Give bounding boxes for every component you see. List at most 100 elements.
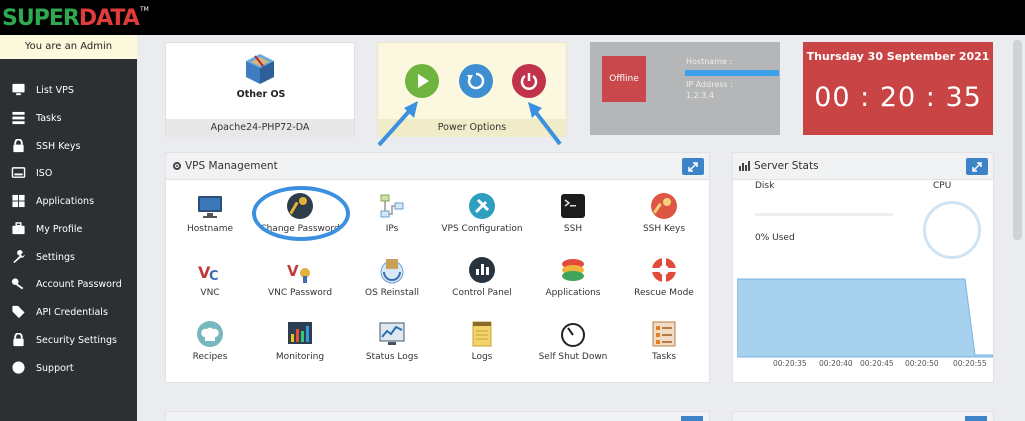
logo-part2: DATA bbox=[78, 6, 140, 31]
tile-os-reinstall[interactable]: OS Reinstall bbox=[347, 256, 437, 312]
tile-vnc[interactable]: V C VNC bbox=[165, 256, 255, 312]
start-button[interactable] bbox=[405, 64, 439, 98]
power-off-button[interactable] bbox=[512, 64, 546, 98]
wrench-icon bbox=[10, 250, 26, 264]
tile-label: Monitoring bbox=[275, 352, 325, 362]
sidebar-item-ssh-keys[interactable]: SSH Keys bbox=[0, 135, 137, 157]
tile-label: Tasks bbox=[651, 352, 677, 362]
line-chart-icon bbox=[379, 322, 405, 345]
tile-rescue-mode[interactable]: Rescue Mode bbox=[619, 256, 709, 312]
arrow-annotation bbox=[528, 102, 562, 146]
disk-label: Disk bbox=[755, 181, 775, 191]
tile-label: OS Reinstall bbox=[365, 288, 419, 298]
tile-control-panel[interactable]: Control Panel bbox=[437, 256, 527, 312]
logo-tm: TM bbox=[140, 6, 149, 13]
logo[interactable]: SUPERDATA TM bbox=[0, 0, 150, 35]
time-tick: 00:20:55 bbox=[953, 359, 987, 368]
expand-icon bbox=[688, 161, 698, 172]
sidebar-item-account-password[interactable]: Account Password bbox=[0, 273, 137, 295]
tile-label: Hostname bbox=[186, 224, 233, 234]
panel-header: VPS Management bbox=[166, 153, 709, 180]
tile-label: VPS Configuration bbox=[441, 224, 523, 234]
sidebar-item-security-settings[interactable]: Security Settings bbox=[0, 329, 137, 351]
tile-recipes[interactable]: Recipes bbox=[165, 320, 255, 376]
play-icon bbox=[418, 74, 429, 88]
expand-button[interactable] bbox=[682, 158, 704, 175]
offline-badge: Offline bbox=[602, 56, 646, 102]
sidebar-item-applications[interactable]: Applications bbox=[0, 190, 137, 212]
tile-hostname[interactable]: Hostname bbox=[165, 192, 255, 248]
tile-ssh[interactable]: SSH bbox=[528, 192, 618, 248]
tile-vps-configuration[interactable]: VPS Configuration bbox=[437, 192, 527, 248]
sidebar-item-label: Settings bbox=[36, 251, 75, 263]
sidebar-item-label: Security Settings bbox=[36, 334, 117, 346]
bottom-panel-right bbox=[732, 411, 994, 421]
lock-icon bbox=[10, 139, 26, 153]
applications-icon bbox=[562, 259, 584, 281]
hostname-label: Hostname : bbox=[686, 57, 733, 66]
os-package: Apache24-PHP72-DA bbox=[166, 119, 354, 137]
clock-time: 00 : 20 : 35 bbox=[814, 82, 982, 113]
tile-logs[interactable]: Logs bbox=[437, 320, 527, 376]
time-tick: 00:20:40 bbox=[819, 359, 853, 368]
logo-part1: SUPER bbox=[2, 6, 80, 31]
hostname-redaction bbox=[685, 70, 779, 76]
bottom-panel-left bbox=[165, 411, 710, 421]
sidebar-item-label: My Profile bbox=[36, 223, 83, 235]
sidebar-item-api-credentials[interactable]: API Credentials bbox=[0, 301, 137, 323]
sidebar-item-my-profile[interactable]: My Profile bbox=[0, 218, 137, 240]
logo-text: SUPERDATA bbox=[2, 6, 140, 31]
expand-button[interactable] bbox=[965, 416, 987, 421]
tile-ssh-keys[interactable]: SSH Keys bbox=[619, 192, 709, 248]
bar-chart-icon bbox=[739, 161, 750, 171]
tile-ips[interactable]: IPs bbox=[347, 192, 437, 248]
disk-icon bbox=[10, 166, 26, 180]
timer-icon bbox=[561, 323, 585, 347]
tile-label: VNC bbox=[200, 288, 220, 298]
os-box-icon bbox=[246, 54, 274, 84]
sidebar-item-list-vps[interactable]: List VPS bbox=[0, 79, 137, 101]
panel-header: Server Stats bbox=[733, 153, 993, 180]
sidebar-item-label: Account Password bbox=[36, 278, 122, 290]
tools-icon bbox=[469, 193, 495, 219]
os-name: Other OS bbox=[236, 89, 286, 100]
lifebuoy-icon bbox=[652, 258, 676, 282]
sidebar-item-settings[interactable]: Settings bbox=[0, 246, 137, 268]
clock-card: Thursday 30 September 2021 00 : 20 : 35 bbox=[803, 42, 993, 135]
ip-value: 1.2.3.4 bbox=[686, 91, 714, 100]
sidebar-item-tasks[interactable]: Tasks bbox=[0, 107, 137, 129]
time-tick: 00:20:45 bbox=[860, 359, 894, 368]
terminal-icon bbox=[561, 194, 585, 218]
server-stats-panel: Server Stats Disk 0% Used CPU 00:20:35 00… bbox=[732, 152, 994, 383]
tile-label: IPs bbox=[385, 224, 399, 234]
sidebar-item-label: SSH Keys bbox=[36, 140, 81, 152]
highlight-circle bbox=[252, 186, 350, 241]
expand-button[interactable] bbox=[681, 416, 703, 421]
tile-vnc-password[interactable]: V VNC Password bbox=[255, 256, 345, 312]
scrollbar[interactable] bbox=[1013, 40, 1022, 240]
control-panel-icon bbox=[469, 257, 495, 283]
tile-status-logs[interactable]: Status Logs bbox=[347, 320, 437, 376]
tile-label: Status Logs bbox=[365, 352, 419, 362]
sidebar-item-iso[interactable]: ISO bbox=[0, 162, 137, 184]
sidebar-item-label: Tasks bbox=[36, 112, 62, 124]
os-reinstall-icon bbox=[380, 259, 404, 284]
status-card: Offline Hostname : IP Address : 1.2.3.4 bbox=[590, 42, 780, 135]
svg-text:C: C bbox=[209, 269, 219, 284]
tile-label: VNC Password bbox=[267, 288, 333, 298]
expand-button[interactable] bbox=[966, 158, 988, 175]
notepad-icon bbox=[472, 321, 492, 347]
monitor-icon bbox=[198, 196, 222, 218]
tile-label: Rescue Mode bbox=[634, 288, 694, 298]
task-list-icon bbox=[652, 321, 676, 347]
ip-label: IP Address : bbox=[686, 80, 733, 89]
sidebar-item-support[interactable]: Support bbox=[0, 357, 137, 379]
tile-monitoring[interactable]: Monitoring bbox=[255, 320, 345, 376]
network-icon bbox=[380, 194, 404, 218]
panel-title: Server Stats bbox=[739, 160, 819, 172]
tile-tasks[interactable]: Tasks bbox=[619, 320, 709, 376]
tile-self-shut-down[interactable]: Self Shut Down bbox=[528, 320, 618, 376]
restart-button[interactable] bbox=[459, 64, 493, 98]
tile-applications[interactable]: Applications bbox=[528, 256, 618, 312]
tile-label: Self Shut Down bbox=[538, 352, 608, 362]
